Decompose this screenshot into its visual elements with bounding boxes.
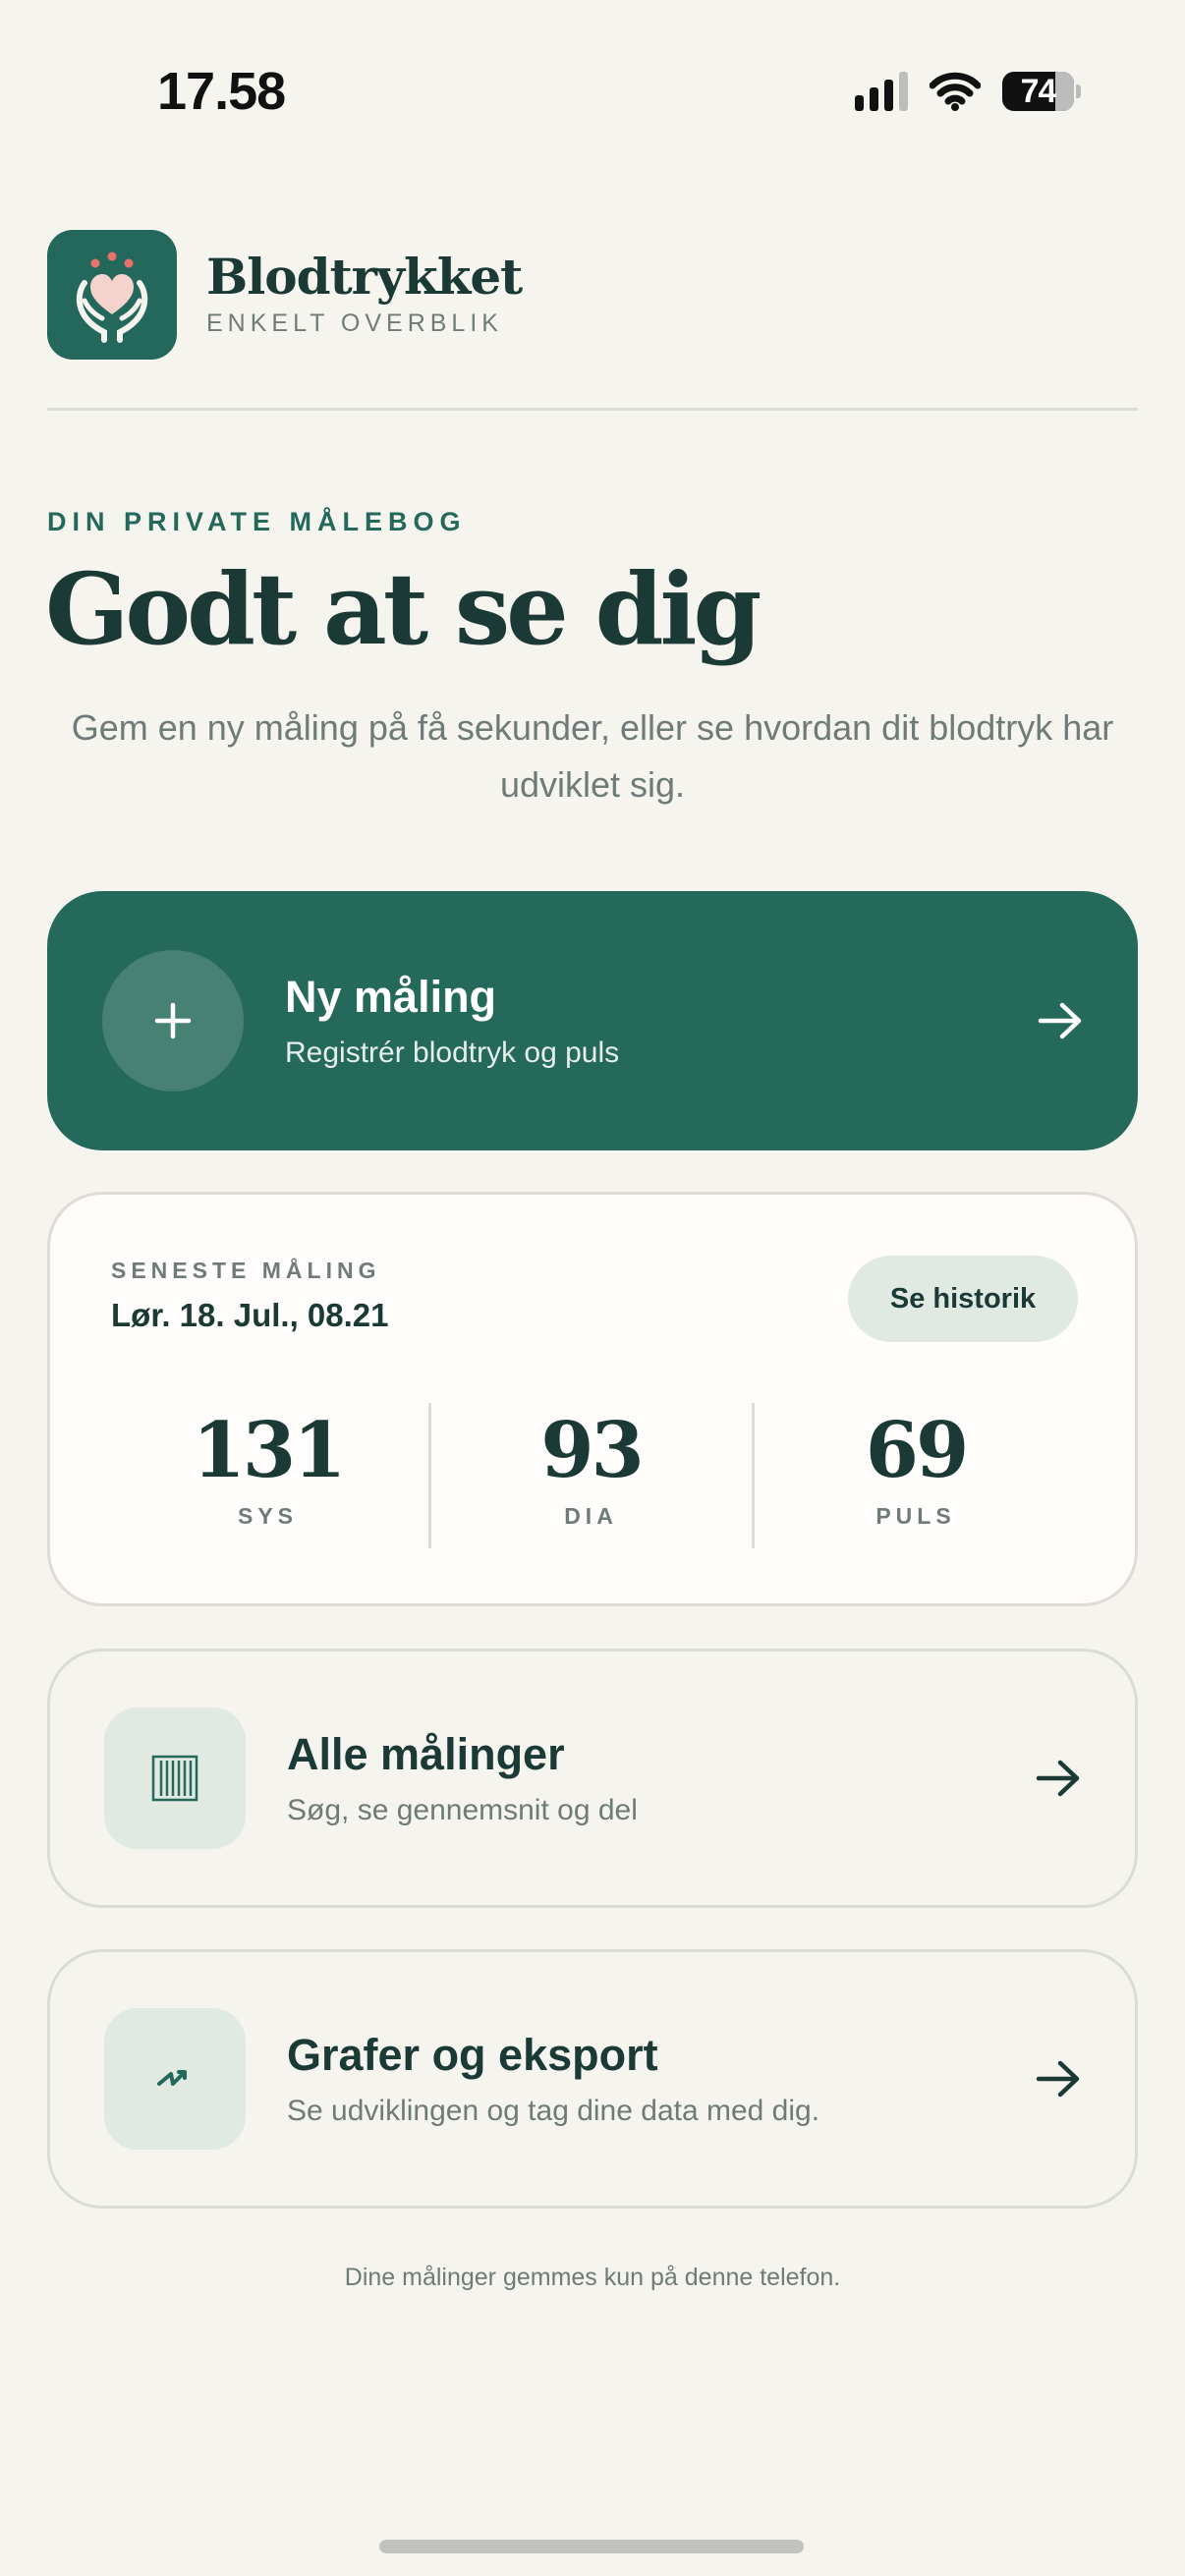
status-time: 17.58 xyxy=(157,62,286,121)
status-icons: 74 xyxy=(855,71,1081,112)
reading-pulse: 69 PULS xyxy=(755,1403,1078,1548)
intro-description: Gem en ny måling på få sekunder, eller s… xyxy=(71,707,1114,805)
cellular-signal-icon xyxy=(855,72,908,111)
section-eyebrow: DIN PRIVATE MÅLEBOG xyxy=(47,507,467,536)
arrow-right-icon xyxy=(1038,1001,1083,1040)
reading-value: 93 xyxy=(540,1406,645,1495)
latest-measurement-label: SENESTE MÅLING xyxy=(111,1258,381,1283)
app-subtitle: ENKELT OVERBLIK xyxy=(206,309,503,337)
see-history-button[interactable]: Se historik xyxy=(848,1256,1078,1342)
app-title: Blodtrykket xyxy=(206,248,523,306)
page-title: Godt at se dig xyxy=(45,551,762,667)
graphs-export-title: Grafer og eksport xyxy=(287,2030,658,2080)
home-indicator[interactable] xyxy=(379,2540,804,2553)
new-measurement-subtitle: Registrér blodtryk og puls xyxy=(285,1036,620,1069)
latest-measurement-date: Lør. 18. Jul., 08.21 xyxy=(111,1297,389,1333)
chart-zigzag-icon xyxy=(104,2008,246,2150)
plus-icon xyxy=(102,950,244,1092)
battery-percentage: 74 xyxy=(1020,72,1057,110)
reading-unit: SYS xyxy=(237,1502,299,1529)
latest-measurement-card: SENESTE MÅLING Lør. 18. Jul., 08.21 Se h… xyxy=(47,1192,1138,1606)
reading-unit: PULS xyxy=(875,1502,956,1529)
privacy-note: Dine målinger gemmes kun på denne telefo… xyxy=(344,2264,841,2291)
all-measurements-button[interactable]: Alle målinger Søg, se gennemsnit og del xyxy=(47,1649,1138,1908)
app-header: Blodtrykket ENKELT OVERBLIK xyxy=(47,230,1138,411)
new-measurement-button[interactable]: Ny måling Registrér blodtryk og puls xyxy=(47,891,1138,1150)
all-measurements-title: Alle målinger xyxy=(287,1729,565,1779)
list-barcode-icon xyxy=(104,1708,246,1849)
graphs-export-subtitle: Se udviklingen og tag dine data med dig. xyxy=(287,2095,820,2127)
reading-value: 69 xyxy=(865,1406,970,1495)
reading-unit: DIA xyxy=(564,1502,618,1529)
graphs-export-button[interactable]: Grafer og eksport Se udviklingen og tag … xyxy=(47,1949,1138,2209)
arrow-right-icon xyxy=(1036,1759,1081,1798)
new-measurement-title: Ny måling xyxy=(285,972,497,1022)
reading-systolic: 131 SYS xyxy=(108,1403,431,1548)
app-logo-hands-heart-icon xyxy=(47,230,177,360)
reading-diastolic: 93 DIA xyxy=(431,1403,755,1548)
readings-row: 131 SYS 93 DIA 69 PULS xyxy=(50,1403,1135,1560)
all-measurements-subtitle: Søg, se gennemsnit og del xyxy=(287,1794,638,1826)
wifi-icon xyxy=(930,72,981,111)
status-bar: 17.58 74 xyxy=(0,0,1185,187)
reading-value: 131 xyxy=(192,1406,347,1495)
arrow-right-icon xyxy=(1036,2059,1081,2099)
battery-icon: 74 xyxy=(1002,71,1081,112)
